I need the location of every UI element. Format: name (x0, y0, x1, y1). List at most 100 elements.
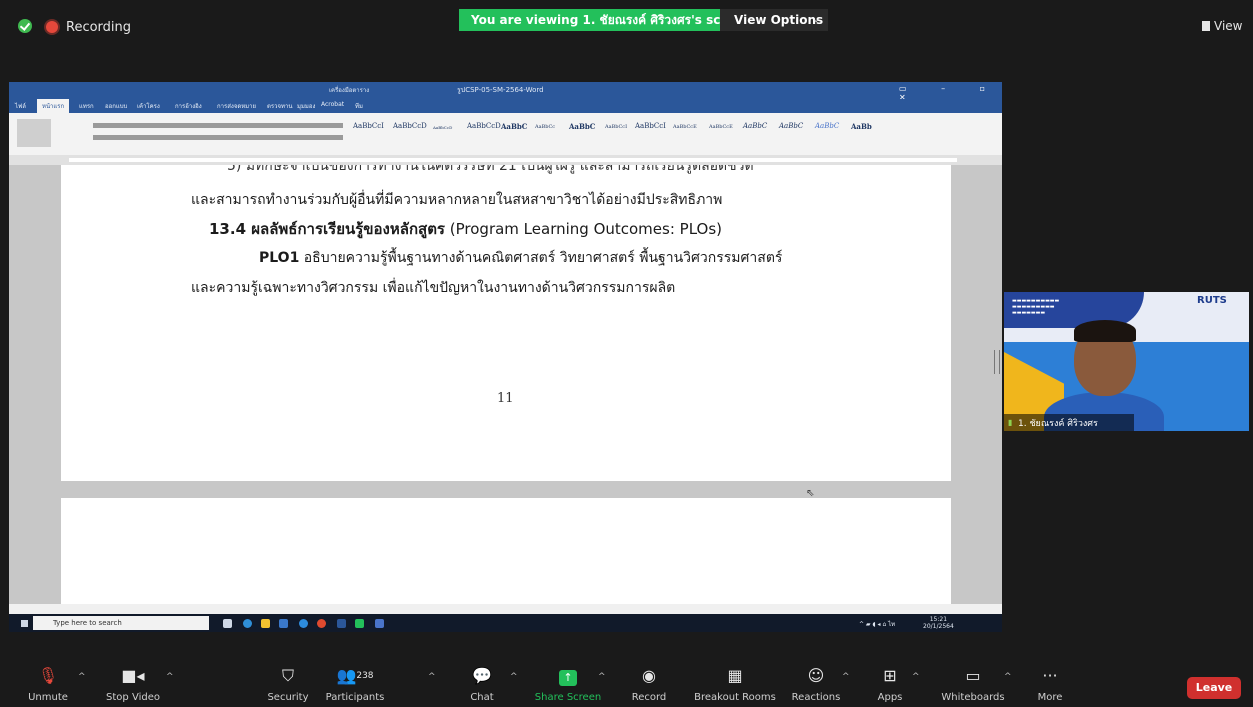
style-8[interactable]: AaBbCcI (605, 124, 627, 130)
word-app-icon[interactable] (337, 619, 346, 628)
style-14[interactable]: AaBbC (815, 122, 839, 130)
tab-review[interactable]: ตรวจทาน (267, 101, 292, 111)
chat-button[interactable]: 💬 Chat (460, 666, 504, 703)
view-button[interactable]: View (1214, 19, 1242, 33)
video-camera-icon: ■◂ (121, 666, 145, 685)
whiteboards-options-caret[interactable]: ^ (1004, 672, 1012, 682)
viewing-screen-banner: You are viewing 1. ชัยณรงค์ ศิริวงศร's s… (459, 9, 764, 31)
participant-video[interactable]: ▬▬▬▬▬▬▬▬▬▬ ▬▬▬▬▬▬▬▬▬ ▬▬▬▬▬▬▬ RUTS ▮ 1. ชัย… (1004, 292, 1249, 431)
style-3[interactable]: AaBbCcD (433, 125, 452, 130)
chrome-icon[interactable] (317, 619, 326, 628)
reactions-options-caret[interactable]: ^ (842, 672, 850, 682)
stop-video-button[interactable]: ■◂ Stop Video (100, 666, 166, 703)
reactions-label: Reactions (791, 692, 841, 703)
whiteboards-button[interactable]: ▭ Whiteboards (936, 666, 1010, 703)
more-button[interactable]: ··· More (1030, 666, 1070, 703)
screen-bottom-strip (9, 632, 1002, 648)
video-options-caret[interactable]: ^ (166, 672, 174, 682)
document-page[interactable]: 5) มีทักษะจำเป็นของการทำงานในศตวรรษที่ 2… (61, 165, 951, 499)
format-controls[interactable] (93, 135, 343, 140)
zoom-app-icon[interactable] (299, 619, 308, 628)
ruts-logo: RUTS (1197, 295, 1227, 306)
video-banner-text: ▬▬▬▬▬▬▬▬▬▬ ▬▬▬▬▬▬▬▬▬ ▬▬▬▬▬▬▬ (1012, 298, 1060, 316)
heading-thai: 13.4 ผลลัพธ์การเรียนรู้ของหลักสูตร (209, 220, 445, 238)
tab-file[interactable]: ไฟล์ (15, 101, 26, 111)
security-shield-icon[interactable] (18, 19, 32, 33)
tab-mailings[interactable]: การส่งจดหมาย (217, 101, 256, 111)
teams-app-icon[interactable] (375, 619, 384, 628)
style-11[interactable]: AaBbCcE (709, 124, 733, 130)
font-controls[interactable] (93, 123, 343, 128)
share-screen-button[interactable]: ↑ Share Screen (532, 666, 604, 703)
participants-options-caret[interactable]: ^ (428, 672, 436, 682)
heading-english: (Program Learning Outcomes: PLOs) (445, 220, 723, 238)
tab-view[interactable]: มุมมอง (297, 101, 315, 111)
taskbar-clock[interactable]: 15:21 20/1/2564 (923, 616, 954, 630)
recording-label[interactable]: Recording (66, 20, 131, 35)
leave-button[interactable]: Leave (1187, 677, 1241, 699)
security-button[interactable]: ⛉ Security (258, 666, 318, 703)
store-icon[interactable] (279, 619, 288, 628)
security-label: Security (267, 692, 309, 703)
system-tray[interactable]: ^ ▰ ◖ ◂ ⌂ ไท (859, 619, 895, 629)
style-2[interactable]: AaBbCcD (393, 122, 427, 130)
record-button[interactable]: ◉ Record (624, 666, 674, 703)
style-5[interactable]: AaBbC (501, 122, 527, 131)
participants-count: 238 (356, 671, 374, 681)
style-4[interactable]: AaBbCcD (467, 122, 501, 130)
tab-insert[interactable]: แทรก (79, 101, 94, 111)
style-10[interactable]: AaBbCcE (673, 124, 697, 130)
style-13[interactable]: AaBbC (779, 122, 803, 130)
document-page-next[interactable] (61, 498, 951, 610)
tab-acrobat[interactable]: Acrobat (321, 101, 344, 108)
signal-strength-icon: ▮ (1008, 418, 1013, 427)
style-15[interactable]: AaBb (851, 122, 872, 131)
participant-hair (1074, 320, 1136, 342)
more-dots-icon: ··· (1042, 666, 1058, 685)
apps-button[interactable]: ⊞ Apps (870, 666, 910, 703)
tab-home[interactable]: หน้าแรก (37, 99, 70, 114)
chat-label: Chat (470, 692, 494, 703)
participants-button[interactable]: 👥238 Participants (320, 666, 390, 703)
apps-options-caret[interactable]: ^ (912, 672, 920, 682)
chat-bubble-icon: 💬 (472, 666, 492, 685)
breakout-rooms-button[interactable]: ▦ Breakout Rooms (690, 666, 780, 703)
ruler-track (69, 158, 957, 162)
doc-line-1: และสามารถทำงานร่วมกับผู้อื่นที่มีความหลา… (191, 192, 723, 208)
style-1[interactable]: AaBbCcI (353, 122, 384, 130)
participant-name: 1. ชัยณรงค์ ศิริวงศร (1018, 419, 1098, 429)
word-status-bar (9, 604, 1002, 614)
tab-references[interactable]: การอ้างอิง (175, 101, 202, 111)
shared-screen[interactable]: เครื่องมือตาราง รูปCSP-05-SM-2564-Word ▭… (9, 82, 1002, 648)
audio-options-caret[interactable]: ^ (78, 672, 86, 682)
style-6[interactable]: AaBbCc (535, 124, 555, 130)
tab-design[interactable]: ออกแบบ (105, 101, 127, 111)
share-options-caret[interactable]: ^ (598, 672, 606, 682)
file-explorer-icon[interactable] (261, 619, 270, 628)
doc-line-cut: 5) มีทักษะจำเป็นของการทำงานในศตวรรษที่ 2… (227, 165, 754, 174)
clock-date: 20/1/2564 (923, 623, 954, 630)
style-7[interactable]: AaBbC (569, 122, 595, 131)
chevron-down-icon[interactable]: ⌄ (812, 9, 820, 31)
unmute-button[interactable]: 🎙 Unmute (22, 666, 74, 703)
share-screen-icon: ↑ (532, 666, 604, 686)
line-app-icon[interactable] (355, 619, 364, 628)
doc-heading: 13.4 ผลลัพธ์การเรียนรู้ของหลักสูตร (Prog… (209, 217, 722, 241)
plo1-text: อธิบายความรู้พื้นฐานทางด้านคณิตศาสตร์ วิ… (299, 250, 783, 266)
reactions-button[interactable]: ☺ Reactions (790, 666, 842, 703)
page-number: 11 (497, 391, 514, 406)
windows-start-icon[interactable] (21, 620, 28, 627)
paste-icon[interactable] (17, 119, 51, 147)
split-resize-handle[interactable] (994, 350, 1000, 374)
more-label: More (1037, 692, 1063, 703)
microphone-muted-icon: 🎙 (37, 666, 59, 685)
style-9[interactable]: AaBbCcI (635, 122, 666, 130)
view-icon[interactable] (1202, 21, 1210, 31)
tab-layout[interactable]: เค้าโครง (137, 101, 160, 111)
style-12[interactable]: AaBbC (743, 122, 767, 130)
participants-label: Participants (325, 692, 385, 703)
chat-options-caret[interactable]: ^ (510, 672, 518, 682)
task-view-icon[interactable] (223, 619, 232, 628)
edge-icon[interactable] (243, 619, 252, 628)
tab-team[interactable]: ทีม (355, 101, 363, 111)
